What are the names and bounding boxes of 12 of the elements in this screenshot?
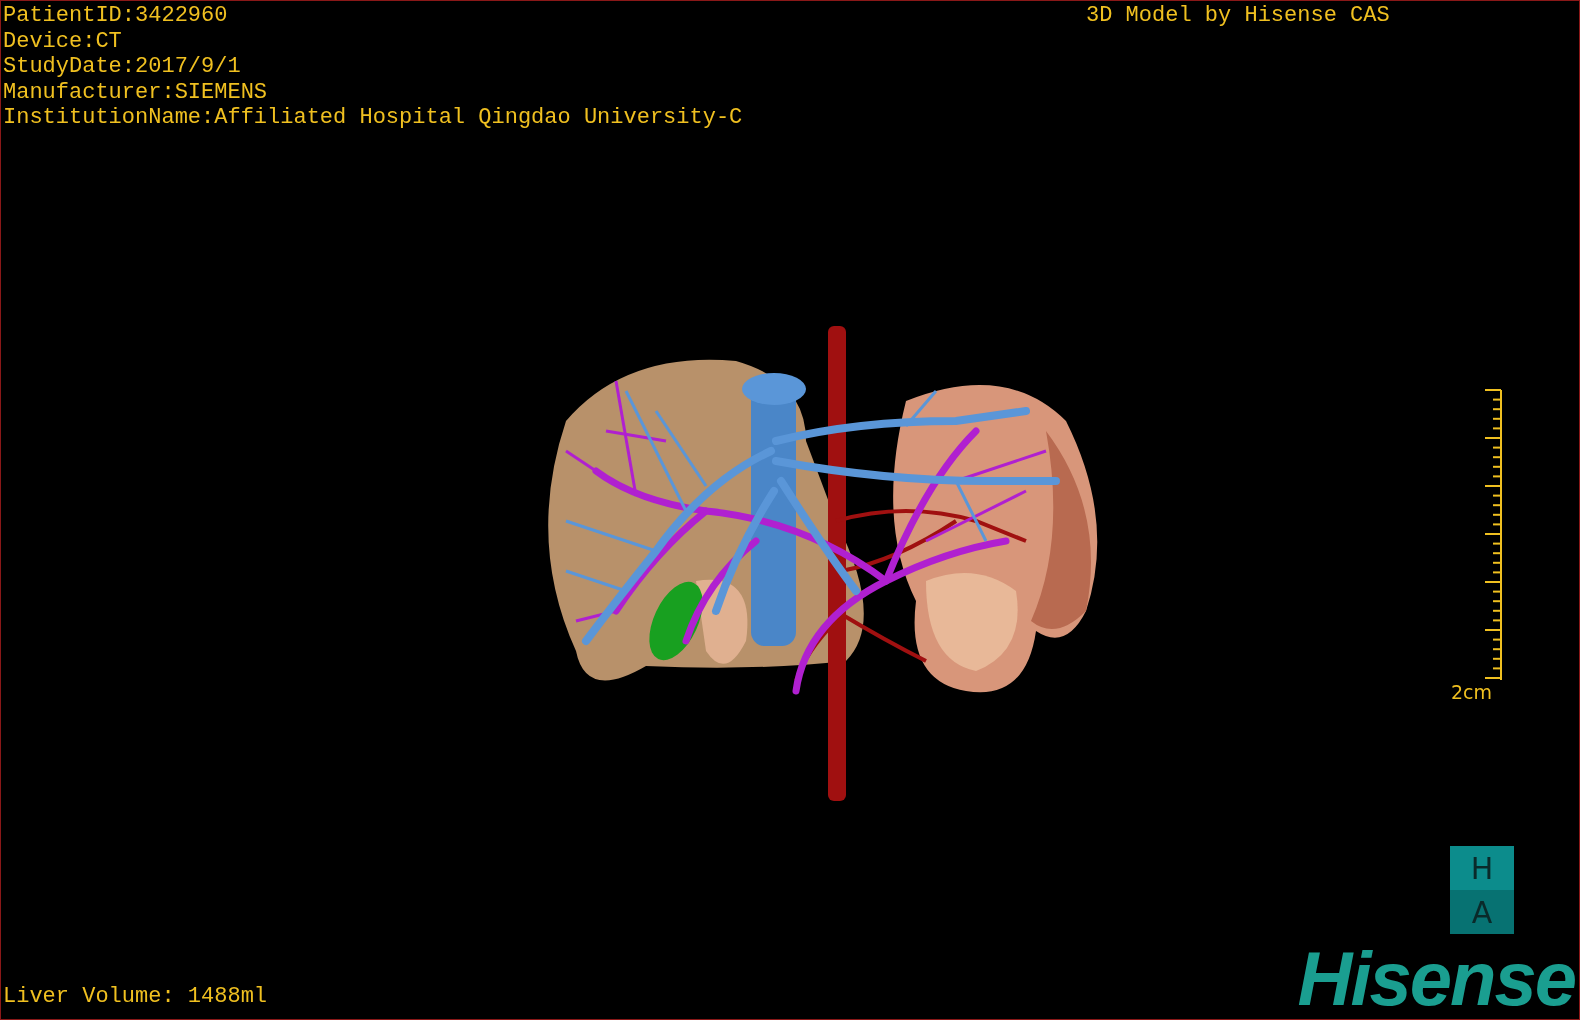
- patient-info-text: StudyDate:2017/9/1: [3, 54, 242, 80]
- patient-info-text: PatientID:3422960: [3, 3, 229, 29]
- logo-text: Hisense: [1297, 939, 1575, 1019]
- patient-info-text: Device:CT: [3, 28, 123, 54]
- model-credit-text: 3D Model by Hisense CAS: [1086, 3, 1390, 28]
- scale-label: 2cm: [1451, 681, 1493, 703]
- orientation-cube[interactable]: H A: [1450, 846, 1514, 934]
- liver-volume-text: Liver Volume: 1488ml: [3, 984, 268, 1009]
- cube-face-label: H: [1450, 846, 1514, 890]
- patient-info-text: Manufacturer:SIEMENS: [3, 79, 269, 105]
- patient-info-text: InstitutionName:Affiliated Hospital Qingdao University-C: [3, 105, 743, 131]
- cube-face-label: A: [1450, 890, 1514, 934]
